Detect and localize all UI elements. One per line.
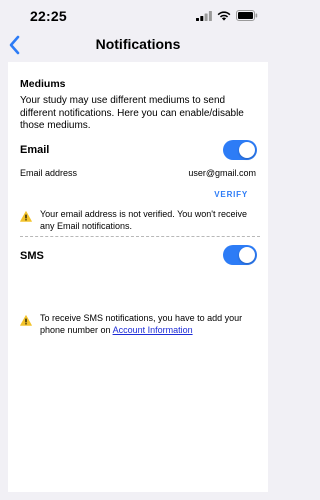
email-warning-text: Your email address is not verified. You … [40, 209, 248, 231]
sms-toggle[interactable] [223, 245, 257, 265]
sms-label: SMS [20, 250, 44, 262]
email-toggle-knob [239, 142, 255, 158]
status-icons [196, 10, 258, 21]
email-warning: Your email address is not verified. You … [20, 209, 260, 232]
verify-button[interactable]: VERIFY [214, 190, 248, 199]
account-information-link[interactable]: Account Information [113, 325, 193, 335]
settings-card: Mediums Your study may use different med… [8, 62, 268, 492]
page-title: Notifications [95, 36, 181, 52]
wifi-icon [217, 10, 231, 21]
sms-warning: To receive SMS notifications, you have t… [20, 313, 260, 336]
warning-icon [20, 315, 32, 326]
status-time: 22:25 [30, 8, 67, 24]
battery-icon [236, 10, 258, 21]
email-address-value: user@gmail.com [188, 168, 256, 178]
mediums-title: Mediums [20, 78, 66, 90]
navigation-bar: Notifications [0, 30, 276, 60]
email-label: Email [20, 144, 50, 156]
mediums-description: Your study may use different mediums to … [20, 95, 244, 131]
signal-icon [196, 10, 212, 21]
email-toggle[interactable] [223, 140, 257, 160]
email-address-label: Email address [20, 168, 78, 178]
divider [20, 236, 260, 237]
warning-icon [20, 211, 32, 222]
sms-toggle-knob [239, 247, 255, 263]
sms-warning-text: To receive SMS notifications, you have t… [40, 313, 260, 336]
status-bar: 22:25 [0, 0, 276, 30]
